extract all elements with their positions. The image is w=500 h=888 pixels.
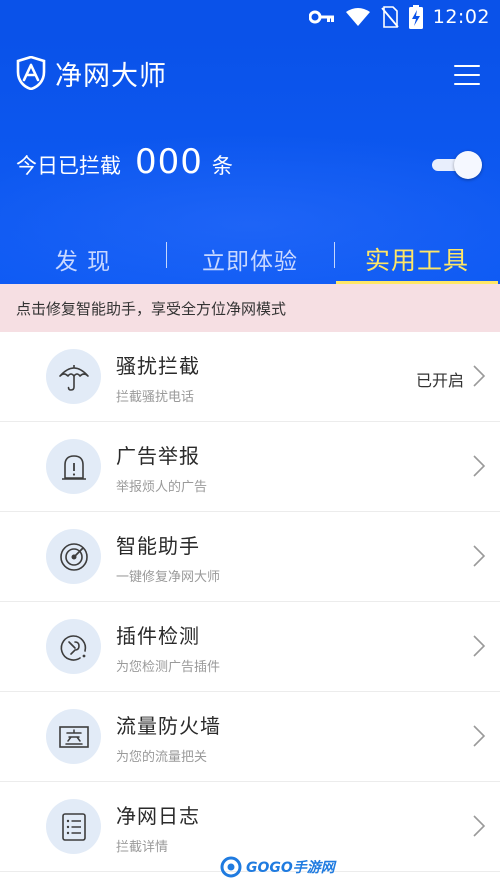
no-sim-icon: [381, 6, 399, 28]
tool-item-harassment-block[interactable]: 骚扰拦截 拦截骚扰电话 已开启: [0, 332, 500, 422]
tab-tools[interactable]: 实用工具: [334, 236, 500, 284]
app-title: 净网大师: [55, 61, 167, 92]
notice-text: 点击修复智能助手，享受全方位净网模式: [16, 299, 287, 318]
tool-icon-wrap: [46, 619, 101, 674]
chevron-right-icon: [473, 725, 486, 747]
block-stats: 今日已拦截 000 条: [16, 142, 233, 182]
tool-desc: 拦截详情: [116, 840, 169, 855]
protection-toggle[interactable]: [430, 150, 482, 179]
chevron-right-icon: [473, 545, 486, 567]
watermark-text: GOGO手游网: [246, 860, 335, 876]
menu-icon-bar: [454, 74, 480, 76]
shield-logo-icon: [16, 56, 46, 90]
umbrella-icon: [58, 364, 89, 391]
tool-name: 流量防火墙: [116, 714, 221, 738]
tool-name: 骚扰拦截: [116, 354, 200, 378]
toggle-knob: [454, 151, 482, 179]
tool-desc: 一键修复净网大师: [116, 570, 221, 585]
tool-status: 已开启: [415, 371, 464, 390]
tool-item-smart-assistant[interactable]: 智能助手 一键修复净网大师: [0, 512, 500, 602]
menu-icon: [454, 65, 480, 67]
watermark: GOGO手游网: [220, 852, 335, 882]
radar-icon: [59, 542, 88, 571]
chevron-right-icon: [473, 635, 486, 657]
tab-bar: 发 现 立即体验 实用工具: [0, 236, 500, 284]
chevron-right-icon: [473, 815, 486, 837]
chevron-right-icon: [473, 365, 486, 387]
tool-list: 骚扰拦截 拦截骚扰电话 已开启 广告举报 举报烦人的广告 智能助手 一键修复净网…: [0, 332, 500, 872]
tab-divider: [334, 242, 335, 268]
tool-icon-wrap: [46, 439, 101, 494]
tool-name: 广告举报: [116, 444, 200, 468]
tool-icon-wrap: [46, 799, 101, 854]
tool-item-ad-report[interactable]: 广告举报 举报烦人的广告: [0, 422, 500, 512]
watermark-logo-icon: [220, 856, 242, 878]
tool-item-plugin-scan[interactable]: 插件检测 为您检测广告插件: [0, 602, 500, 692]
wifi-icon: [345, 8, 370, 26]
tool-name: 智能助手: [116, 534, 200, 558]
tool-icon-wrap: [46, 529, 101, 584]
plugin-scan-icon: [60, 634, 86, 661]
menu-icon-bar: [454, 83, 480, 85]
block-count: 000: [135, 142, 203, 182]
block-stats-prefix: 今日已拦截: [16, 154, 121, 178]
tab-try-now[interactable]: 立即体验: [166, 236, 334, 282]
repair-notice-banner[interactable]: 点击修复智能助手，享受全方位净网模式: [0, 284, 500, 332]
tool-icon-wrap: [46, 709, 101, 764]
tool-name: 插件检测: [116, 624, 200, 648]
tool-desc: 举报烦人的广告: [116, 480, 208, 495]
battery-charging-icon: [408, 5, 423, 29]
tab-discover[interactable]: 发 现: [0, 236, 166, 282]
menu-button[interactable]: [448, 60, 486, 90]
log-icon: [61, 812, 86, 841]
tool-icon-wrap: [46, 349, 101, 404]
firewall-icon: [58, 725, 89, 748]
tool-name: 净网日志: [116, 804, 200, 828]
status-bar: 12:02: [0, 0, 500, 34]
alert-report-icon: [61, 454, 86, 480]
status-icons: 12:02: [308, 5, 490, 29]
tab-divider: [166, 242, 167, 268]
status-time: 12:02: [432, 6, 490, 28]
tool-desc: 为您的流量把关: [116, 750, 208, 765]
tool-desc: 拦截骚扰电话: [116, 390, 195, 405]
tool-desc: 为您检测广告插件: [116, 660, 221, 675]
key-icon: [308, 10, 334, 24]
chevron-right-icon: [473, 455, 486, 477]
block-stats-unit: 条: [211, 154, 233, 178]
tool-item-traffic-firewall[interactable]: 流量防火墙 为您的流量把关: [0, 692, 500, 782]
